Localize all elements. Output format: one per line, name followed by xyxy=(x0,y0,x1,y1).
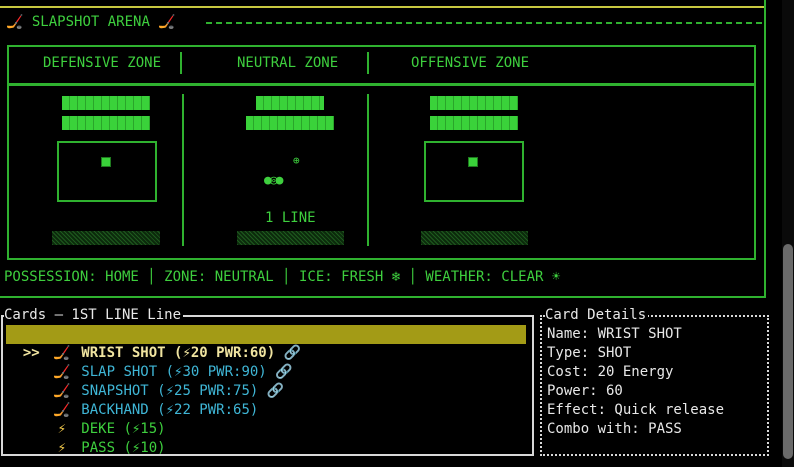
zone-label-neutral: NEUTRAL ZONE xyxy=(237,55,339,71)
player-block xyxy=(62,96,150,110)
player-block xyxy=(256,96,324,110)
detail-effect: Effect: Quick release xyxy=(547,402,725,418)
ice-shade xyxy=(421,231,528,245)
ice-shade xyxy=(52,231,160,245)
zone-boundary xyxy=(367,94,369,246)
player-block xyxy=(62,116,150,130)
detail-power: Power: 60 xyxy=(547,383,623,399)
card-item-deke[interactable]: ⚡ DEKE (⚡15) xyxy=(6,401,526,437)
card-item-backhand[interactable]: 🏒 BACKHAND (⚡22 PWR:65) xyxy=(6,382,526,418)
card-details-title: Card Details xyxy=(545,306,649,325)
line-label: 1 LINE xyxy=(265,210,316,226)
game-status-bar: POSSESSION: HOME │ ZONE: NEUTRAL │ ICE: … xyxy=(4,269,561,285)
player-block xyxy=(246,116,334,130)
lightning-icon: ⚡ xyxy=(57,440,67,456)
hockey-stick-icon: 🏒 xyxy=(6,14,24,30)
detail-combo: Combo with: PASS xyxy=(547,421,682,437)
detail-cost: Cost: 20 Energy xyxy=(547,364,674,380)
goalie-marker xyxy=(101,157,111,167)
card-item-snapshot[interactable]: 🏒 SNAPSHOT (⚡25 PWR:75) 🔗 xyxy=(6,363,526,399)
puck-cluster-icon: ●◎● xyxy=(264,173,284,188)
arena-title-text: SLAPSHOT ARENA xyxy=(31,14,150,30)
card-item-pass[interactable]: ⚡ PASS (⚡10) xyxy=(6,420,526,456)
player-block xyxy=(430,116,518,130)
card-label: PASS (⚡10) xyxy=(81,440,166,456)
zone-label-offensive: OFFENSIVE ZONE xyxy=(411,55,530,71)
scrollbar-thumb[interactable] xyxy=(783,244,793,459)
target-marker-icon: ⊕ xyxy=(293,154,300,167)
player-block xyxy=(430,96,518,110)
card-item-wrist-shot[interactable]: >> 🏒 WRIST SHOT (⚡20 PWR:60) 🔗 xyxy=(6,325,526,361)
goalie-marker xyxy=(468,157,478,167)
goal-net-offensive xyxy=(424,141,524,202)
arena-title: 🏒 SLAPSHOT ARENA 🏒 xyxy=(6,13,176,32)
zone-divider xyxy=(367,52,369,74)
goal-net-defensive xyxy=(57,141,157,202)
cards-panel-title: Cards – 1ST LINE Line xyxy=(4,306,184,325)
ice-shade xyxy=(237,231,344,245)
arena-title-rule xyxy=(206,22,762,24)
zone-boundary xyxy=(182,94,184,246)
zone-label-defensive: DEFENSIVE ZONE xyxy=(43,55,162,71)
detail-type: Type: SHOT xyxy=(547,345,632,361)
hockey-stick-icon: 🏒 xyxy=(158,14,176,30)
card-item-slap-shot[interactable]: 🏒 SLAP SHOT (⚡30 PWR:90) 🔗 xyxy=(6,344,526,380)
zone-divider xyxy=(180,52,182,74)
detail-name: Name: WRIST SHOT xyxy=(547,326,682,342)
